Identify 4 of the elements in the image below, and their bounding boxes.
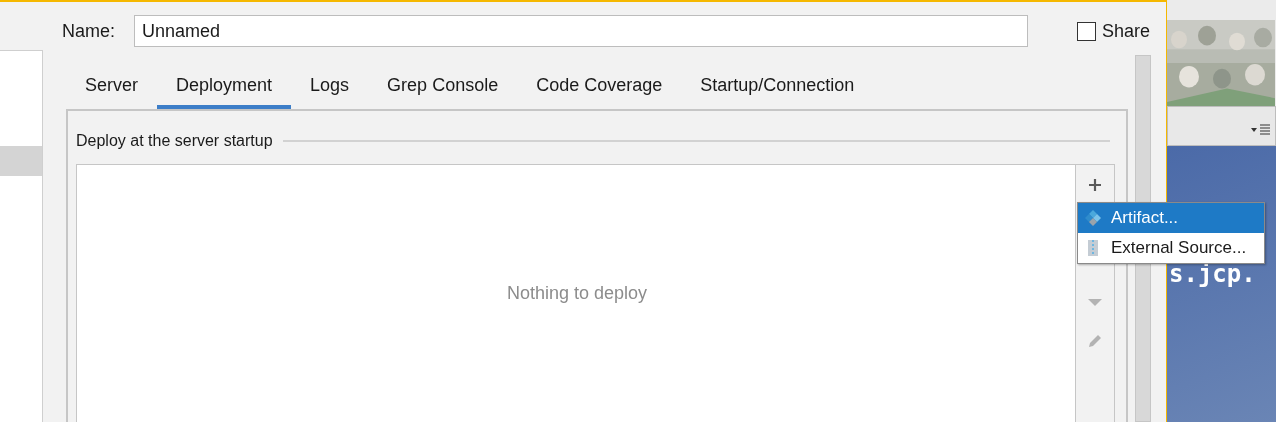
empty-message: Nothing to deploy: [505, 283, 648, 304]
section-title: Deploy at the server startup: [76, 132, 273, 150]
name-label: Name:: [62, 20, 116, 42]
page-text: s.jcp.: [1169, 260, 1256, 288]
